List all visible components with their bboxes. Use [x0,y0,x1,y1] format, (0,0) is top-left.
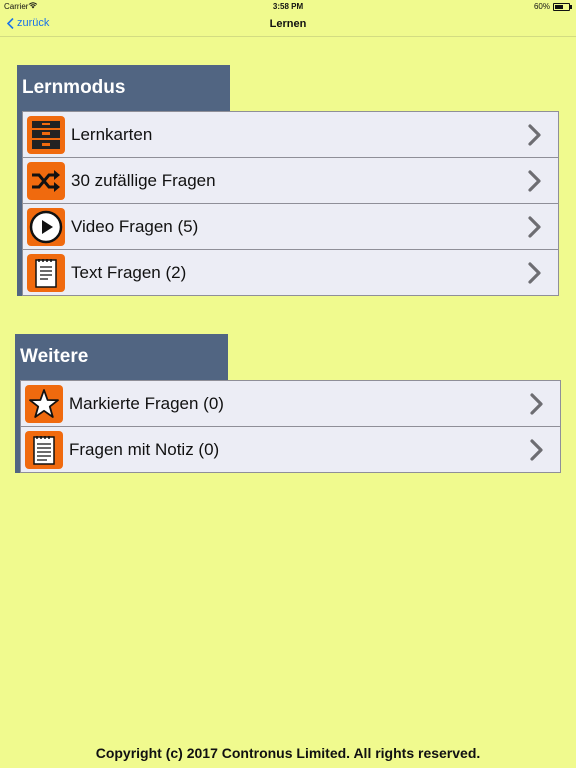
list-item-lernkarten[interactable]: Lernkarten [22,111,559,157]
clock: 3:58 PM [272,2,304,11]
section-lernmodus: Lernmodus Lernkarten 30 zufällige Fragen… [17,65,559,296]
list-item-label: Text Fragen (2) [71,262,187,282]
notepad-icon [27,253,65,292]
list-item-label: Lernkarten [71,124,153,144]
section-list: Markierte Fragen (0) Fragen mit Notiz (0… [15,380,561,473]
copyright-text: Copyright (c) 2017 Contronus Limited. Al… [95,745,481,761]
star-icon [25,384,63,423]
chevron-right-icon [528,170,541,192]
shuffle-icon [27,161,65,200]
section-list: Lernkarten 30 zufällige Fragen Video Fra… [17,111,559,296]
card-box-icon [27,115,65,154]
chevron-right-icon [528,262,541,284]
section-title: Weitere [15,334,228,380]
chevron-right-icon [530,439,543,461]
play-icon [27,207,65,246]
list-item-zufaellige-fragen[interactable]: 30 zufällige Fragen [22,157,559,203]
list-item-fragen-mit-notiz[interactable]: Fragen mit Notiz (0) [20,426,561,473]
status-bar: Carrier 3:58 PM 60% [0,0,576,13]
battery-percent: 60% [533,2,550,11]
list-item-label: 30 zufällige Fragen [71,170,216,190]
battery-icon [553,3,572,11]
navigation-bar: zurück Lernen [0,13,576,37]
list-item-markierte-fragen[interactable]: Markierte Fragen (0) [20,380,561,426]
note-icon [25,430,63,469]
section-weitere: Weitere Markierte Fragen (0) Fragen mit … [15,334,561,473]
chevron-right-icon [528,216,541,238]
list-item-label: Fragen mit Notiz (0) [69,439,220,459]
chevron-right-icon [528,124,541,146]
page-title: Lernen [269,18,307,30]
list-item-text-fragen[interactable]: Text Fragen (2) [22,249,559,296]
section-title: Lernmodus [17,65,230,111]
chevron-right-icon [530,393,543,415]
list-item-label: Video Fragen (5) [71,216,199,236]
list-item-video-fragen[interactable]: Video Fragen (5) [22,203,559,249]
list-item-label: Markierte Fragen (0) [69,393,224,413]
